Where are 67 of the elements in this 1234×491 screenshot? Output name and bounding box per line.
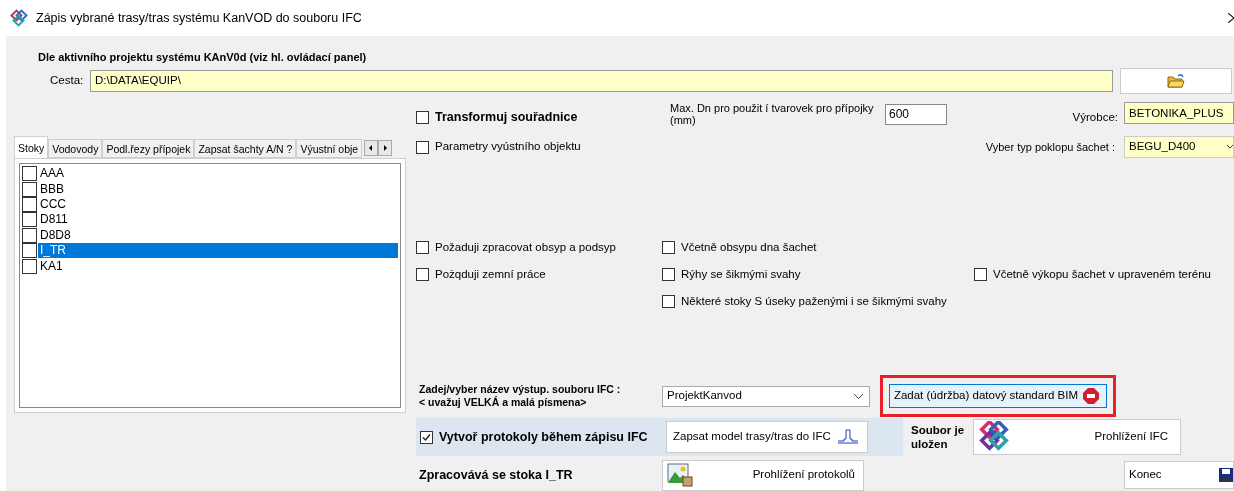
manufacturer-field[interactable]: BETONIKA_PLUS [1124,102,1234,124]
saved-status: Soubor je uložen [911,423,966,451]
list-item[interactable]: KA1 [38,258,398,274]
write-ifc-button[interactable]: Zapsat model trasy/tras do IFC [666,421,868,453]
bim-badge-icon [1082,387,1100,405]
scroll-right-icon[interactable] [378,140,393,156]
profile-icon [837,428,859,446]
checkbox-label: Požaduji zpracovat obsyp a podsyp [435,239,616,255]
checkbox[interactable] [416,140,429,154]
list-item[interactable]: D8D8 [38,227,398,243]
checkbox-label: Vytvoř protokoly během zápisu IFC [439,428,648,446]
max-dn-field[interactable]: 600 [885,104,947,125]
checkbox-label: Pożqduji zemní práce [435,266,546,282]
scroll-left-icon[interactable] [364,140,379,156]
view-protocols-button[interactable]: Prohlížení protokolů [662,459,864,491]
checkbox[interactable] [662,295,675,308]
close-icon[interactable] [1228,13,1234,23]
app-icon [10,9,28,27]
checkbox[interactable] [22,166,37,182]
folder-icon [1167,73,1185,89]
section-heading: Dle aktivního projektu systému KAnV0d (viz hl. ovládací panel) [38,51,367,63]
browse-button[interactable] [1120,68,1232,94]
checkbox-label: Včetně výkopu šachet v upraveném terénu [993,266,1211,282]
checkbox[interactable] [416,268,429,281]
close-button[interactable]: Konec [1124,461,1234,489]
chevron-down-icon [854,393,863,399]
list-item[interactable]: BBB [38,181,398,197]
tab[interactable]: Výustní obje [296,139,363,158]
checkbox[interactable] [420,430,433,444]
checkbox-label: Transformuj souřadnice [435,109,578,126]
checkbox-label: Včetně obsypu dna šachet [681,239,817,255]
checkbox[interactable] [974,268,987,281]
cover-type-dropdown[interactable]: BEGU_D400 [1124,136,1234,158]
manufacturer-label: Výrobce: [1072,110,1118,125]
checkbox[interactable] [22,258,37,274]
tab[interactable]: Vodovody [48,139,103,158]
path-field[interactable]: D:\DATA\EQUIP\ [90,70,1113,92]
tab[interactable]: Podl.řezy přípojek [102,139,195,158]
path-label: Cesta: [50,73,85,89]
list-item[interactable]: CCC [38,196,398,212]
checkbox[interactable] [22,243,37,259]
cover-type-label: Vyber typ poklopu šachet : [985,139,1115,155]
checkbox-label: Parametry vyústního objektu [435,139,581,155]
tab[interactable]: Stoky [14,136,49,158]
max-dn-label: Max. Dn pro použit í tvarovek pro přípojky (mm) [670,102,875,126]
checkbox-label: Rýhy se šikmými svahy [681,266,801,282]
checkbox[interactable] [22,181,37,197]
checkbox[interactable] [416,110,429,124]
tab[interactable]: Zapsat šachty A/N ? [194,139,297,158]
window-title: Zápis vybrané trasy/tras systému KanVOD do souboru IFC [36,9,362,27]
chevron-down-icon [1227,145,1233,149]
checkbox[interactable] [662,268,675,281]
checkbox[interactable] [22,212,37,228]
checkbox[interactable] [22,227,37,243]
checkbox-label: Některé stoky S úseky paženými i se šikmými svahy [681,293,947,309]
checkbox[interactable] [662,241,675,254]
image-icon [667,463,693,487]
output-file-label: Zadej/vyber název výstup. souboru IFC : < uvažuj VELKÁ a malá písmena> [419,383,622,409]
output-file-combo[interactable]: ProjektKanvod [662,385,870,407]
processing-status: Zpracovává se stoka I_TR [419,467,573,482]
view-ifc-button[interactable]: Prohlížení IFC [973,419,1181,455]
ifc-logo-icon [978,421,1010,453]
bim-standard-button[interactable]: Zadat (údržba) datový standard BIM [889,384,1107,408]
checkbox[interactable] [416,241,429,254]
list-item[interactable]: D811 [38,212,398,228]
list-item[interactable]: AAA [38,166,398,182]
list-item[interactable]: I_TR [38,243,398,259]
